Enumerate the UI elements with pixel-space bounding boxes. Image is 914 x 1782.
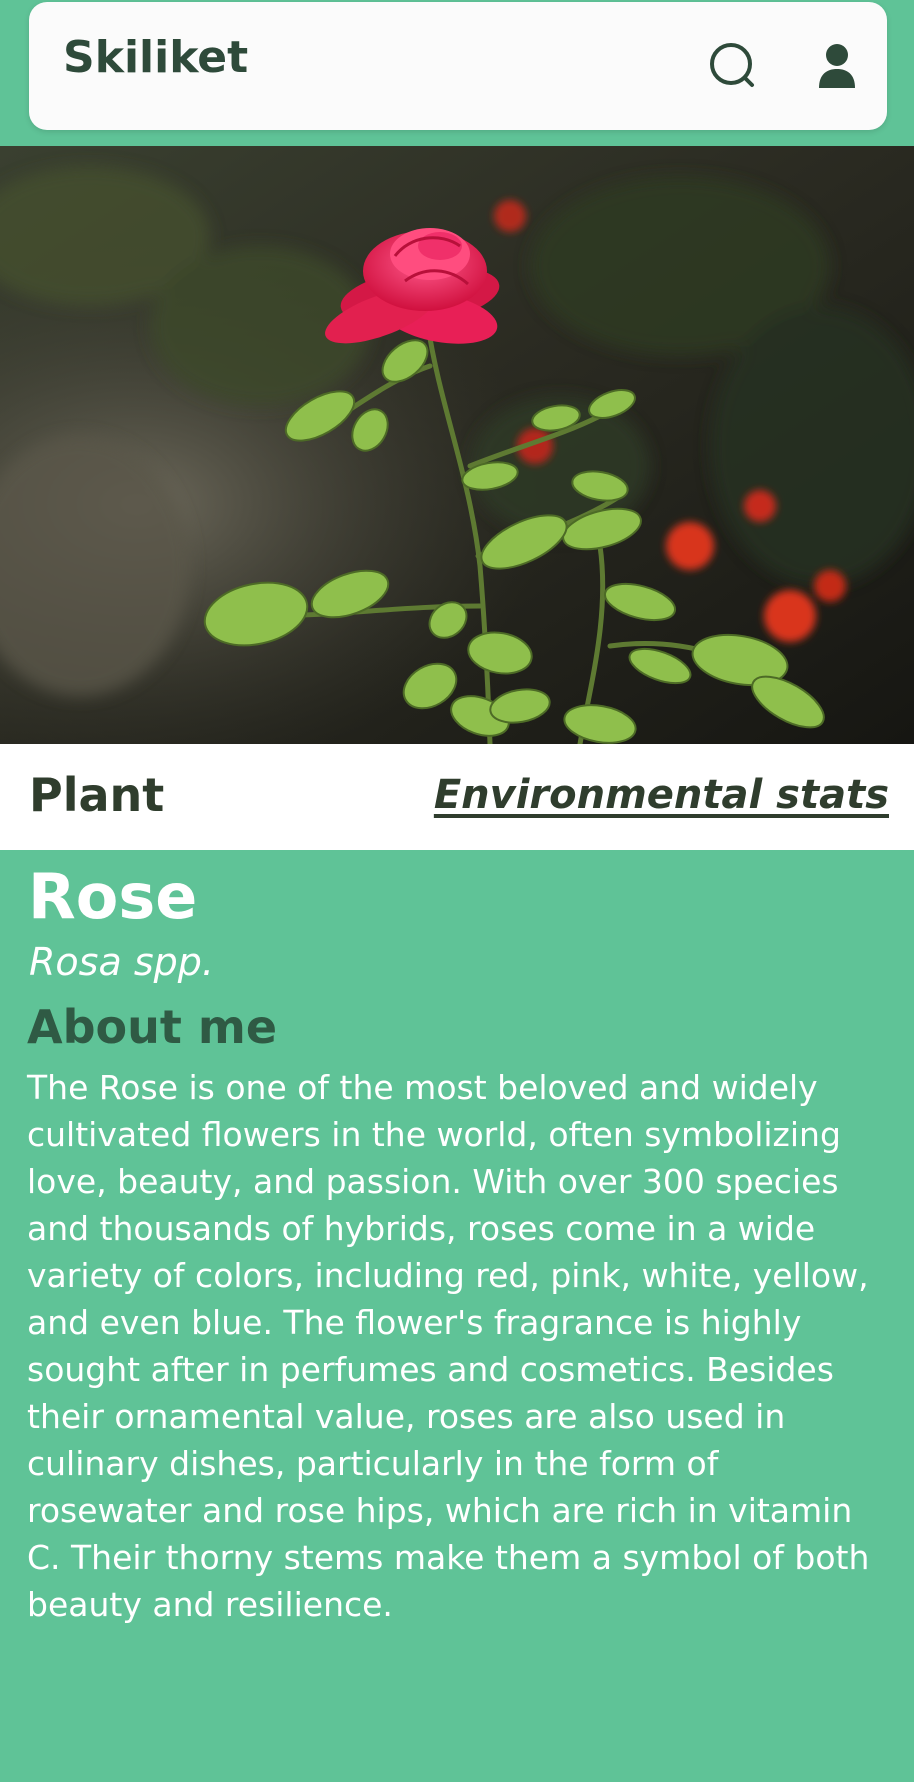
top-bar: Skiliket: [0, 0, 914, 146]
app-title: Skiliket: [63, 32, 249, 83]
search-button[interactable]: [701, 34, 765, 98]
search-icon: [710, 43, 754, 87]
profile-button[interactable]: [805, 34, 869, 98]
plant-hero-image: [0, 146, 914, 744]
user-icon: [819, 44, 855, 88]
category-label: Plant: [29, 768, 165, 822]
plant-common-name: Rose: [28, 860, 198, 933]
app-screen: Skiliket Plant Environmental stats Rose …: [0, 0, 914, 1782]
plant-details: Rose Rosa spp. About me The Rose is one …: [0, 850, 914, 1782]
environmental-stats-link[interactable]: Environmental stats: [434, 772, 889, 818]
about-description: The Rose is one of the most beloved and …: [27, 1068, 870, 1624]
about-heading: About me: [27, 1000, 278, 1054]
header-card: Skiliket: [29, 2, 887, 130]
plant-scientific-name: Rosa spp.: [29, 940, 214, 984]
section-bar: Plant Environmental stats: [0, 744, 914, 850]
rose-photo: [0, 146, 914, 744]
